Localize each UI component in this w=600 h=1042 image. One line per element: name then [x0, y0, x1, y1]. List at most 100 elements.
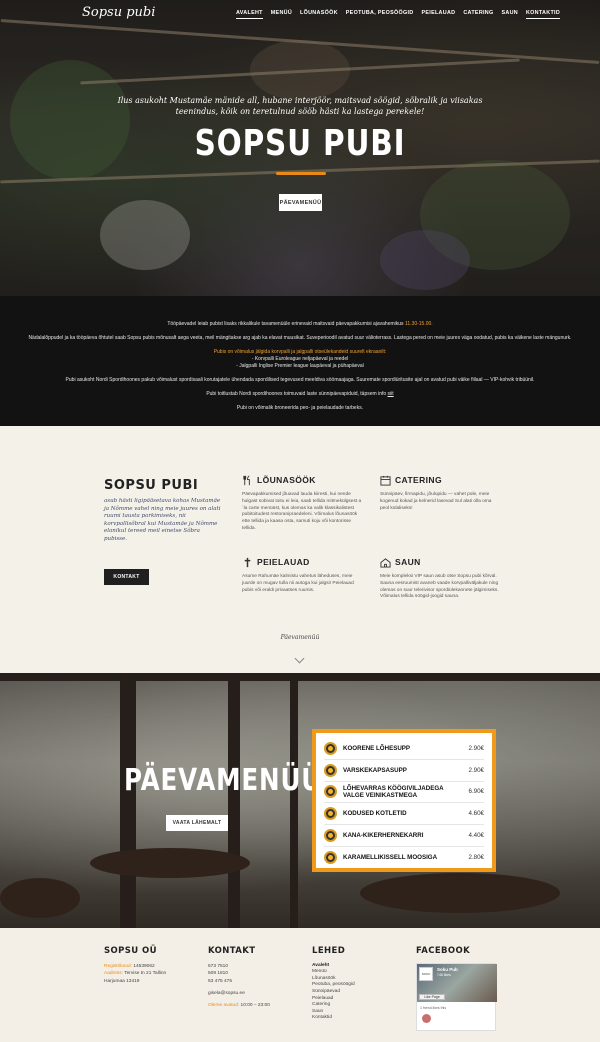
vaata-lahemalt-button[interactable]: VAATA LÄHEMALT [166, 815, 228, 831]
facebook-friends-text: 1 friend likes this [420, 1006, 447, 1010]
phone-1[interactable]: 673 7510 [208, 963, 308, 970]
menu-item: VARSKEKAPSASUPP 2.90€ [324, 760, 484, 782]
footer-address-line: Aadress: Tervise tn 21 Tallinn [104, 970, 204, 977]
footer-pages: LEHED Avaleht Menüü Lõunasöök Peotuba, p… [312, 946, 412, 1022]
top-navigation: Sopsu pubi AVALEHT MENÜÜ LÕUNASÖÖK PEOTU… [0, 0, 600, 30]
feature-lounasook-text: Päevapakkumised jõuavad lauda kiiresti, … [242, 492, 362, 531]
menu-item: KARAMELLIKISSELL MOOSIGA 2.80€ [324, 847, 484, 869]
daily-menu-title: PÄEVAMENÜÜ [124, 763, 323, 798]
info-lunch-time: 11.30-15.00. [404, 321, 433, 327]
facebook-page-name[interactable]: Soku Pub 748 likes [437, 967, 458, 977]
hero-tagline: Ilus asukoht Mustamäe mänide all, hubane… [117, 96, 483, 116]
menu-item-name: KARAMELLIKISSELL MOOSIGA [343, 854, 438, 862]
facebook-like-button[interactable]: Like Page [419, 994, 445, 1000]
hours-label: Oleme avatud: [208, 1003, 240, 1009]
footer-link-menuu[interactable]: Menüü [312, 969, 412, 976]
plate-icon [324, 763, 337, 777]
feature-saun-heading: SAUN [380, 556, 500, 568]
feature-peielauad: PEIELAUAD Asume Rahumäe kalmistu vahetus… [242, 556, 362, 594]
menu-item: KANA-KIKERHERNEKARRI 4.40€ [324, 825, 484, 847]
paevamenuu-scroll-link[interactable]: Päevamenüü [0, 634, 600, 641]
facebook-widget[interactable]: SOKU Soku Pub 748 likes Like Page 1 frien… [416, 963, 497, 1031]
menu-item: KODUSED KOTLETID 4.60€ [324, 803, 484, 826]
nav-peotuba[interactable]: PEOTUBA, PEOSÖÖGID [346, 10, 414, 19]
footer-link-avaleht[interactable]: Avaleht [312, 963, 412, 970]
kontakt-button[interactable]: KONTAKT [104, 569, 149, 585]
menu-item-name: VARSKEKAPSASUPP [343, 766, 407, 774]
address-label: Aadress: [104, 971, 123, 977]
hero-section: Sopsu pubi AVALEHT MENÜÜ LÕUNASÖÖK PEOTU… [0, 0, 600, 296]
feature-lounasook-heading: LÕUNASÖÖK [242, 474, 362, 486]
footer-facebook-title: FACEBOOK [416, 946, 471, 956]
hero-paevamenuu-button[interactable]: PÄEVAMENÜÜ [279, 194, 322, 211]
daily-menu-section: PÄEVAMENÜÜ VAATA LÄHEMALT KOORENE LÕHESU… [0, 673, 600, 928]
features-title: SOPSU PUBI [104, 478, 199, 493]
menu-item: LÕHEVARRAS KÖÖGIVILJADEGA VALGE VEINIKAS… [324, 782, 484, 804]
feature-catering: CATERING Sünnipäev, firmapidu, jõulupidu… [380, 474, 500, 512]
feature-catering-title: CATERING [395, 475, 442, 485]
menu-item-name: KANA-KIKERHERNEKARRI [343, 832, 424, 840]
feature-saun: SAUN Meie kompleksi VIP saun asub otse S… [380, 556, 500, 601]
feature-lounasook: LÕUNASÖÖK Päevapakkumised jõuavad lauda … [242, 474, 362, 533]
nav-peielauad[interactable]: PEIELAUAD [421, 10, 455, 19]
footer-pages-title: LEHED [312, 946, 346, 956]
address-line2: Harjumaa 13419 [104, 978, 140, 984]
chevron-down-icon[interactable] [294, 653, 305, 664]
cross-icon [244, 557, 251, 567]
feature-saun-text: Meie kompleksi VIP saun asub otse Sopsu … [380, 574, 499, 600]
info-birthday-text: Pubi toitlustab Nordi spordihoones toimu… [206, 391, 387, 397]
nav-saun[interactable]: SAUN [502, 10, 518, 19]
info-location-text: Pubi asukoht Nordi Spordihoones pakub võ… [65, 377, 535, 383]
site-logo[interactable]: Sopsu pubi [82, 5, 155, 20]
daily-menu-list: KOORENE LÕHESUPP 2.90€ VARSKEKAPSASUPP 2… [312, 729, 496, 872]
email-link[interactable]: gisela@sopsu.ee [208, 990, 308, 997]
info-weekday-text: Tööpäevadel leiab pubist lisaks rikkalik… [167, 321, 404, 327]
nav-lounasook[interactable]: LÕUNASÖÖK [300, 10, 338, 19]
reg-value: 14539062 [133, 964, 155, 970]
menu-item: KOORENE LÕHESUPP 2.90€ [324, 738, 484, 760]
footer-reg-line: Registrikood: 14539062 [104, 963, 204, 970]
footer-link-peotuba[interactable]: Peotuba, peosöögid [312, 982, 412, 989]
menu-item-name: KODUSED KOTLETID [343, 810, 407, 818]
phone-2[interactable]: 509 1810 [208, 970, 308, 977]
reg-label: Registrikood: [104, 964, 132, 970]
opening-hours: Oleme avatud: 10:00 – 23:00 [208, 1002, 308, 1009]
nav-kontaktid[interactable]: KONTAKTID [525, 10, 561, 19]
feature-lounasook-title: LÕUNASÖÖK [257, 475, 316, 485]
address-value: Tervise tn 21 Tallinn [124, 971, 167, 977]
features-section: SOPSU PUBI asub hästi ligipääsetava koha… [0, 426, 600, 673]
footer-contact-title: KONTAKT [208, 946, 256, 956]
info-paragraph: Tööpäevadel leiab pubist lisaks rikkalik… [20, 321, 580, 328]
menu-item-price: 2.80€ [468, 854, 484, 862]
daily-menu-overlay [0, 673, 600, 928]
nav-avaleht[interactable]: AVALEHT [236, 10, 263, 19]
info-section: Tööpäevadel leiab pubist lisaks rikkalik… [0, 296, 600, 426]
info-sports-heading: Pubis on võimalus jälgida korvpalli ja j… [213, 349, 387, 355]
info-birthday-link[interactable]: siit [388, 391, 394, 397]
info-basketball-text: - Korvpalli Euroleague neljapäeval ja re… [251, 356, 349, 362]
nav-catering[interactable]: CATERING [463, 10, 493, 19]
menu-item-name: LÕHEVARRAS KÖÖGIVILJADEGA VALGE VEINIKAS… [343, 784, 444, 799]
sauna-icon [380, 557, 391, 568]
footer-link-catering[interactable]: Catering [312, 1002, 412, 1009]
footer-link-kontaktid[interactable]: Kontaktid [312, 1015, 412, 1022]
feature-catering-text: Sünnipäev, firmapidu, jõulupidu — vahet … [380, 492, 492, 511]
phone-3[interactable]: 53 475 475 [208, 978, 308, 985]
info-birthday-paragraph: Pubi toitlustab Nordi spordihoones toimu… [20, 391, 580, 398]
nav-menuu[interactable]: MENÜÜ [271, 10, 292, 19]
footer-link-sunnipaevad[interactable]: Sünnipäevad [312, 989, 412, 996]
menu-item-price: 2.90€ [468, 744, 484, 752]
catering-icon [380, 475, 391, 486]
feature-saun-title: SAUN [395, 557, 421, 567]
hours-value: 10:00 – 23:00 [240, 1003, 270, 1009]
menu-item-price: 4.40€ [468, 832, 484, 840]
menu-item-name: KOORENE LÕHESUPP [343, 744, 411, 752]
footer: SOPSU OÜ Registrikood: 14539062 Aadress:… [0, 928, 600, 1042]
feature-peielauad-text: Asume Rahumäe kalmistu vahetus läheduses… [242, 574, 354, 593]
info-weekend-text: Nädalalõppudel ja ka tööpäeva õhtutel sa… [28, 335, 572, 341]
hero-title: SOPSU PUBI [194, 123, 406, 164]
footer-facebook: FACEBOOK [416, 946, 506, 963]
plate-icon [324, 807, 337, 821]
footer-company-title: SOPSU OÜ [104, 946, 157, 956]
friend-avatar [422, 1014, 431, 1023]
